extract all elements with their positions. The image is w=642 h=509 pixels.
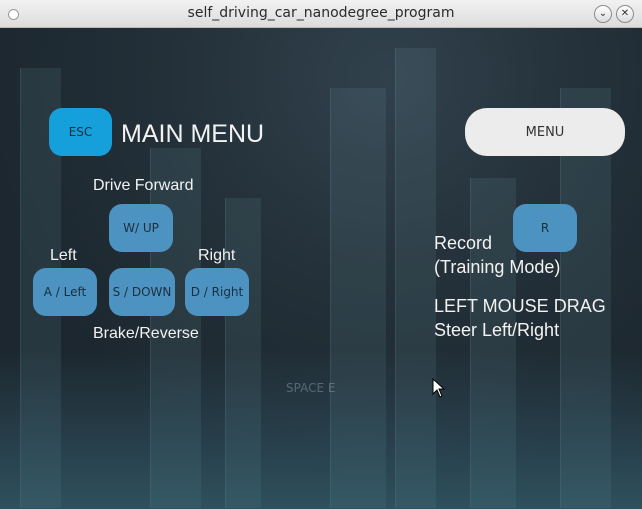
close-icon: ✕: [620, 8, 630, 19]
down-key-button[interactable]: S / DOWN: [109, 268, 175, 316]
close-button[interactable]: ✕: [616, 5, 634, 23]
mouse-cursor-icon: [432, 378, 446, 398]
record-key-button[interactable]: R: [513, 204, 577, 252]
steer-label: Steer Left/Right: [434, 320, 560, 340]
window-titlebar: self_driving_car_nanodegree_program ⌄ ✕: [0, 0, 642, 28]
esc-button[interactable]: ESC: [49, 108, 112, 156]
left-key-button[interactable]: A / Left: [33, 268, 97, 316]
window-title: self_driving_car_nanodegree_program: [187, 5, 455, 21]
mouse-drag-label: LEFT MOUSE DRAG: [434, 296, 606, 316]
background-haze: [0, 349, 642, 509]
drive-forward-label: Drive Forward: [93, 177, 194, 194]
right-key-button[interactable]: D / Right: [185, 268, 249, 316]
brake-reverse-label: Brake/Reverse: [93, 325, 199, 342]
forward-key-button[interactable]: W/ UP: [109, 204, 173, 252]
training-mode-label: (Training Mode): [434, 257, 561, 277]
menu-button[interactable]: MENU: [465, 108, 625, 156]
left-label: Left: [50, 247, 77, 264]
record-label: Record: [434, 233, 493, 253]
main-menu-title: MAIN MENU: [121, 120, 265, 148]
background-hint-text: SPACE E: [286, 381, 336, 395]
minimize-button[interactable]: ⌄: [594, 5, 612, 23]
chevron-down-icon: ⌄: [598, 8, 608, 19]
game-scene[interactable]: SPACE E ESC MAIN MENU MENU Drive Forward…: [0, 28, 642, 509]
right-label: Right: [198, 247, 236, 264]
